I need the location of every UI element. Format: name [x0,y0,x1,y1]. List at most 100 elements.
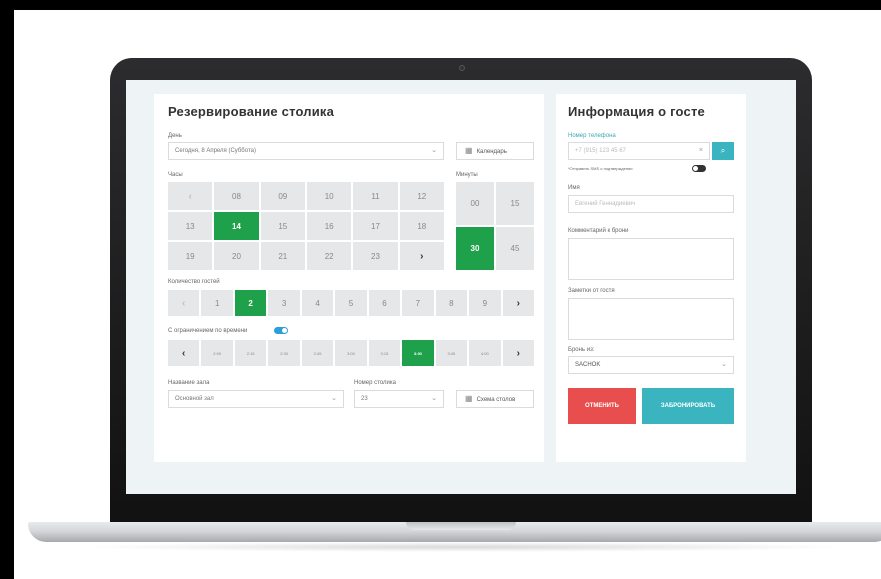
duration-cell[interactable]: 3:30 [402,340,434,366]
chevron-right-icon[interactable]: › [399,242,444,270]
scheme-button-label: Схема столов [476,397,516,403]
notes-textarea[interactable] [568,298,734,340]
calendar-icon: ▦ [465,146,473,155]
minute-cell[interactable]: 30 [456,227,494,270]
hour-cell[interactable]: 21 [260,242,305,270]
calendar-button[interactable]: ▦ Календарь [456,142,534,160]
laptop-notch [406,522,516,530]
chevron-down-icon: ⌄ [331,395,337,402]
reservation-title: Резервирование столика [168,104,335,119]
duration-cell[interactable]: 4:00 [469,340,501,366]
hour-cell[interactable]: 10 [306,182,352,210]
chevron-right-icon[interactable]: › [502,340,534,366]
hour-cell[interactable]: 14 [214,212,259,240]
guest-count-cell[interactable]: 5 [335,290,367,316]
name-input[interactable]: Евгений Геннадиевич [568,195,734,213]
source-value: SACHOK [575,362,601,368]
comment-textarea[interactable] [568,238,734,280]
search-icon: ⌕ [720,146,726,155]
laptop-base [28,522,881,542]
guest-count-cell[interactable]: 9 [469,290,501,316]
table-select[interactable]: 23 ⌄ [354,390,444,408]
book-button[interactable]: ЗАБРОНИРОВАТЬ [642,388,734,424]
guest-count-cell[interactable]: 7 [402,290,434,316]
day-label: День [168,133,182,139]
hour-cell[interactable]: 23 [353,242,398,270]
durations-grid: ‹ 2:00 2:15 2:30 2:45 3:00 3:15 3:30 3:45 4:00 › [168,340,534,366]
duration-cell[interactable]: 2:30 [268,340,300,366]
minute-cell[interactable]: 00 [456,182,494,225]
chevron-left-icon[interactable]: ‹ [168,290,200,316]
chevron-down-icon: ⌄ [431,395,437,402]
clear-icon[interactable]: × [699,143,703,159]
toggle-knob [282,328,287,333]
comment-label: Комментарий к брони [568,228,629,234]
minutes-grid: 00 15 30 45 [456,182,534,270]
phone-label: Номер телефона [568,133,616,139]
grid-icon: ▦ [465,394,473,403]
phone-placeholder: +7 (915) 123 45 67 [575,148,626,154]
guest-count-cell[interactable]: 2 [234,290,267,316]
hour-cell[interactable]: 16 [306,212,352,240]
source-label: Бронь из: [568,347,595,353]
hour-cell[interactable]: 19 [168,242,213,270]
hour-cell[interactable]: 15 [260,212,305,240]
scheme-button[interactable]: ▦ Схема столов [456,390,534,408]
hour-cell[interactable]: 22 [306,242,352,270]
name-label: Имя [568,185,580,191]
hour-cell[interactable]: 11 [353,182,398,210]
calendar-button-label: Календарь [476,149,507,155]
guest-title: Информация о госте [568,104,705,119]
minute-cell[interactable]: 45 [496,227,534,270]
hour-cell[interactable]: 12 [399,182,444,210]
duration-cell[interactable]: 2:45 [301,340,334,366]
guest-count-cell[interactable]: 3 [268,290,300,316]
hour-cell[interactable]: 17 [353,212,398,240]
chevron-left-icon[interactable]: ‹ [168,340,200,366]
day-value: Сегодня, 8 Апреля (Суббота) [175,148,256,154]
minutes-label: Минуты [456,172,478,178]
duration-cell[interactable]: 3:15 [368,340,401,366]
guest-count-cell[interactable]: 4 [301,290,334,316]
time-limit-toggle[interactable] [274,327,288,334]
notes-label: Заметки от гостя [568,288,615,294]
duration-cell[interactable]: 3:45 [435,340,468,366]
camera-icon [459,65,465,71]
duration-cell[interactable]: 2:00 [201,340,233,366]
laptop-screen: Резервирование столика День Сегодня, 8 А… [126,80,796,494]
guest-panel: Информация о госте Номер телефона +7 (91… [556,94,746,462]
guest-count-cell[interactable]: 6 [368,290,401,316]
sms-toggle[interactable] [692,165,706,172]
time-limit-label: С ограничением по времени [168,328,248,334]
chevron-right-icon[interactable]: › [502,290,534,316]
table-label: Номер столика [354,380,396,386]
hall-select[interactable]: Основной зал ⌄ [168,390,344,408]
guest-count-cell[interactable]: 8 [435,290,468,316]
guests-grid: ‹ 1 2 3 4 5 6 7 8 9 › [168,290,534,316]
day-select[interactable]: Сегодня, 8 Апреля (Суббота) ⌄ [168,142,444,160]
minute-cell[interactable]: 15 [496,182,534,225]
toggle-knob [693,166,698,171]
hours-grid: ‹ 08 09 10 11 12 13 14 15 16 17 18 19 20 21 22 23 › [168,182,444,270]
table-value: 23 [361,396,368,402]
hour-cell[interactable]: 08 [214,182,259,210]
laptop-shadow [74,542,854,552]
hour-cell[interactable]: 13 [168,212,213,240]
guests-label: Количество гостей [168,279,220,285]
hour-cell[interactable]: 09 [260,182,305,210]
laptop-lid: Резервирование столика День Сегодня, 8 А… [110,58,812,528]
source-select[interactable]: SACHOK ⌄ [568,356,734,374]
hour-cell[interactable]: 18 [399,212,444,240]
duration-cell[interactable]: 2:15 [234,340,267,366]
reservation-panel: Резервирование столика День Сегодня, 8 А… [154,94,544,462]
phone-input[interactable]: +7 (915) 123 45 67 × [568,142,710,160]
cancel-button[interactable]: ОТМЕНИТЬ [568,388,636,424]
guest-count-cell[interactable]: 1 [201,290,233,316]
chevron-left-icon[interactable]: ‹ [168,182,213,210]
search-button[interactable]: ⌕ [712,142,734,160]
duration-cell[interactable]: 3:00 [335,340,367,366]
name-placeholder: Евгений Геннадиевич [575,201,636,207]
hall-value: Основной зал [175,396,214,402]
hour-cell[interactable]: 20 [214,242,259,270]
chevron-down-icon: ⌄ [721,361,727,368]
